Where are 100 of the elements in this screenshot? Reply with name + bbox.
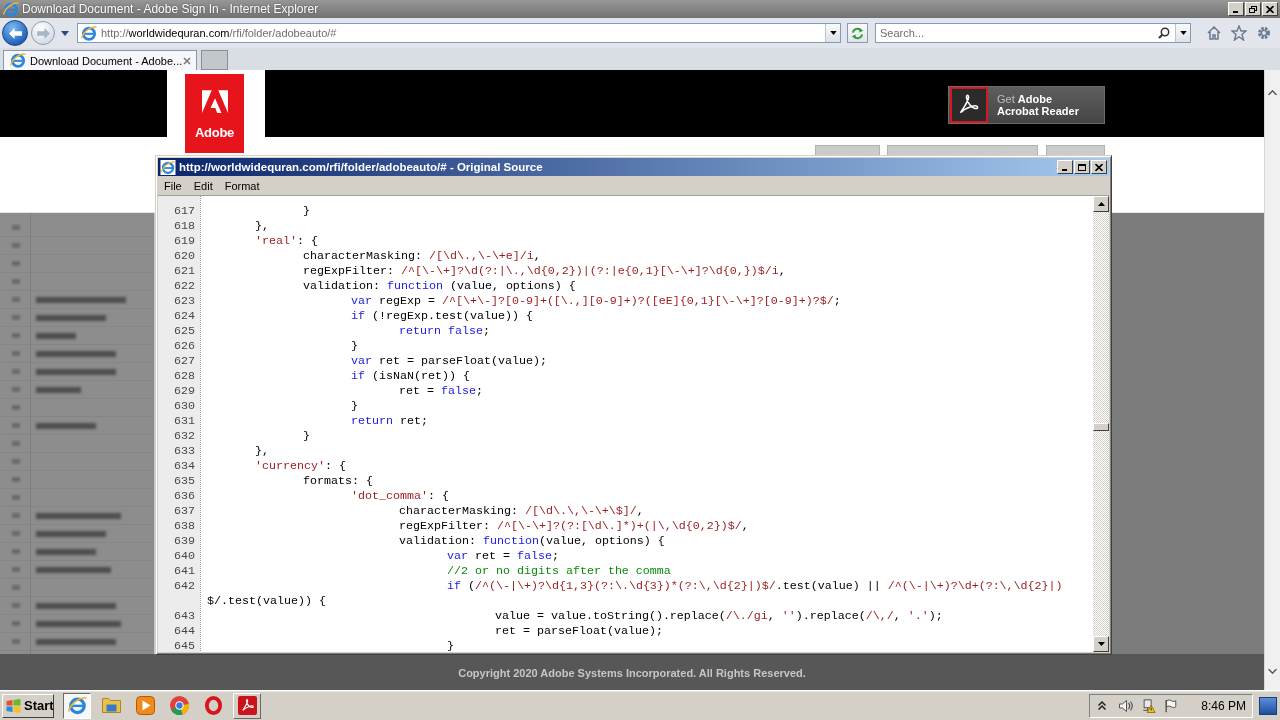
code-line: validation: function (value, options) { (302, 279, 576, 294)
code-line: }, (254, 219, 269, 234)
close-button[interactable] (1091, 160, 1107, 174)
code-line: }, (254, 444, 269, 459)
line-number: 619 (173, 234, 196, 249)
close-icon[interactable] (183, 56, 191, 65)
code-line: validation: function(value, options) { (398, 534, 665, 549)
code-line: 'currency': { (254, 459, 346, 474)
code-line: if (isNaN(ret)) { (350, 369, 470, 384)
browser-e-icon (81, 25, 97, 41)
line-number: 628 (173, 369, 196, 384)
window-title: http://worldwidequran.com/rfi/folder/adobeauto/# - Original Source (179, 161, 543, 173)
back-button[interactable] (2, 20, 28, 46)
windows-flag-icon (6, 698, 21, 713)
menu-item[interactable]: Format (218, 179, 266, 192)
line-number: 639 (173, 534, 196, 549)
code-line: if (!regExp.test(value)) { (350, 309, 533, 324)
menu-item[interactable]: File (158, 179, 188, 192)
minimize-button[interactable] (1228, 2, 1244, 16)
line-number: 633 (173, 444, 196, 459)
line-number: 627 (173, 354, 196, 369)
code-line: } (302, 204, 310, 219)
line-number: 625 (173, 324, 196, 339)
code-line: 'real': { (254, 234, 318, 249)
scrollbar-thumb[interactable] (1093, 423, 1109, 431)
star-icon[interactable] (1231, 25, 1247, 41)
search-field[interactable]: Search... (875, 23, 1191, 43)
line-number: 623 (173, 294, 196, 309)
maximize-button[interactable] (1074, 160, 1090, 174)
line-number: 632 (173, 429, 196, 444)
line-number: 621 (173, 264, 196, 279)
home-icon[interactable] (1206, 25, 1222, 41)
line-number: 641 (173, 564, 196, 579)
play-icon (135, 696, 155, 715)
line-number: 638 (173, 519, 196, 534)
settings-icon[interactable] (1256, 25, 1272, 41)
network-warning-icon[interactable] (1141, 698, 1157, 713)
line-number: 626 (173, 339, 196, 354)
code-line: value = value.toString().replace(/\./gi, '').replace(/\,/, '.'); (494, 609, 943, 624)
maximize-icon (1078, 163, 1086, 171)
line-number: 624 (173, 309, 196, 324)
arrow-left-icon (8, 27, 22, 39)
line-number: 645 (173, 639, 196, 652)
caret-down-icon[interactable] (61, 30, 69, 36)
line-number: 643 (173, 609, 196, 624)
line-number: 642 (173, 579, 196, 594)
address-dropdown-button[interactable] (825, 24, 840, 42)
taskbar-button[interactable] (63, 692, 91, 719)
chevron-up-icon[interactable] (1098, 701, 1107, 710)
flag-icon[interactable] (1163, 698, 1179, 713)
close-icon (1095, 163, 1103, 171)
minimize-button[interactable] (1057, 160, 1073, 174)
line-number: 629 (173, 384, 196, 399)
folder-icon (101, 696, 121, 715)
code-line: ret = parseFloat(value); (494, 624, 663, 639)
line-number: 637 (173, 504, 196, 519)
search-icon (1158, 27, 1170, 39)
document-swirl-icon (237, 696, 257, 715)
get-reader-button[interactable]: Get Adobe Acrobat Reader (948, 86, 1105, 124)
clock-text: 8:46 PM (1201, 698, 1246, 713)
browser-tab[interactable]: Download Document - Adobe... (3, 50, 197, 70)
copyright-text: Copyright 2020 Adobe Systems Incorporated. All Rights Reserved. (458, 666, 806, 679)
line-number: 617 (173, 204, 196, 219)
line-number: 631 (173, 414, 196, 429)
segmented-circle-icon (169, 696, 189, 715)
line-number: 630 (173, 399, 196, 414)
show-desktop-button[interactable] (1259, 696, 1277, 715)
logo-text: Adobe (195, 125, 234, 140)
ring-icon (203, 696, 223, 715)
address-field[interactable]: http://worldwidequran.com/rfi/folder/adobeauto/# (77, 23, 841, 43)
triangle-up-icon (1097, 202, 1105, 206)
code-line: return false; (398, 324, 490, 339)
browser-e-icon (3, 1, 19, 17)
code-line: } (350, 339, 358, 354)
code-line: } (446, 639, 454, 652)
browser-e-icon (67, 696, 87, 715)
triangle-down-icon (1097, 642, 1105, 646)
line-number: 618 (173, 219, 196, 234)
code-line: regExpFilter: /^[\-\+]?\d(?:|\.,\d{0,2})|(?:|e{0,1}[\-\+]?\d{0,})$/i, (302, 264, 786, 279)
restore-button[interactable] (1245, 2, 1261, 16)
close-button[interactable] (1262, 2, 1278, 16)
line-number: 640 (173, 549, 196, 564)
restore-icon (1249, 5, 1257, 13)
window-title: Download Document - Adobe Sign In - Internet Explorer (22, 2, 319, 16)
search-dropdown-button[interactable] (1175, 24, 1190, 42)
scroll-down-button[interactable] (1093, 636, 1109, 652)
speaker-icon[interactable] (1119, 698, 1135, 713)
code-line: regExpFilter: /^[\-\+]?(?:[\d\.]*)+(|\,\d{0,2})$/, (398, 519, 749, 534)
line-number: 644 (173, 624, 196, 639)
code-line: formats: { (302, 474, 373, 489)
caret-down-icon (1179, 31, 1187, 35)
menu-item[interactable]: Edit (187, 179, 219, 192)
code-line: //2 or no digits after the comma (446, 564, 671, 579)
refresh-arrows-icon (851, 26, 864, 40)
code-line: var ret = false; (446, 549, 559, 564)
refresh-button[interactable] (847, 23, 868, 43)
code-line: characterMasking: /[\d\.,\-\+e]/i, (302, 249, 541, 264)
scroll-up-button[interactable] (1093, 196, 1109, 212)
code-line: 'dot_comma': { (350, 489, 449, 504)
code-line: return ret; (350, 414, 428, 429)
